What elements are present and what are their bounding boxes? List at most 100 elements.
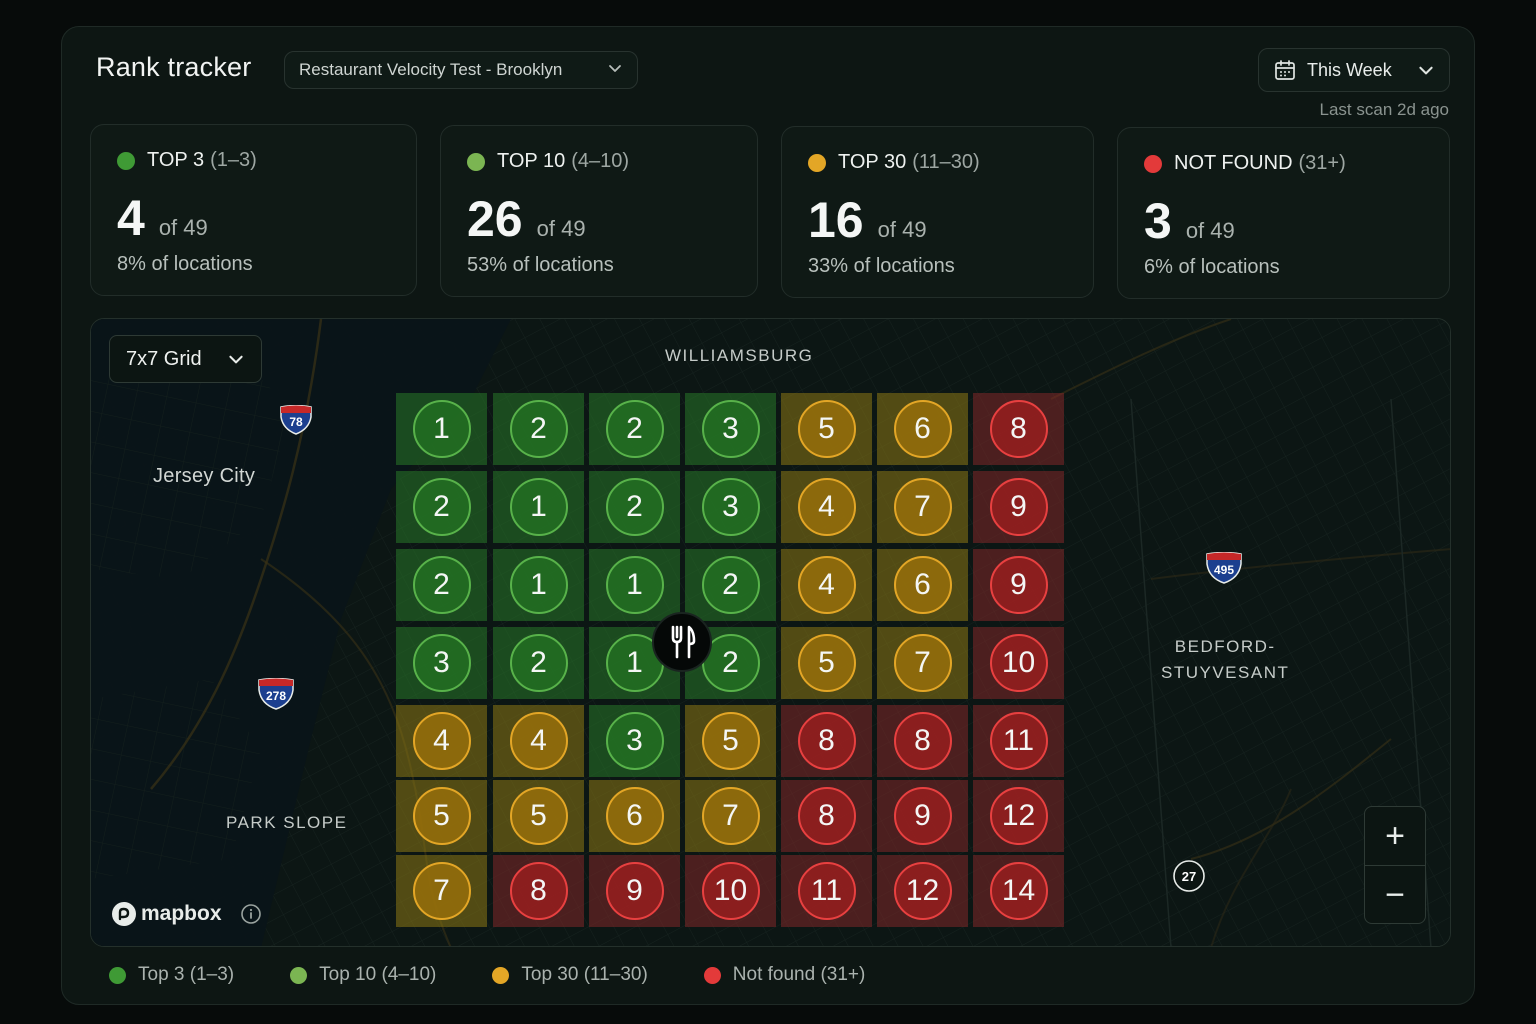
grid-cell[interactable]: 1	[493, 549, 584, 621]
mapbox-label: mapbox	[141, 902, 222, 925]
mapbox-attribution[interactable]: mapbox	[111, 901, 262, 927]
rank-value: 3	[412, 634, 471, 692]
rank-value: 8	[989, 400, 1048, 458]
grid-cell[interactable]: 8	[973, 393, 1064, 465]
grid-cell[interactable]: 9	[973, 549, 1064, 621]
rank-value: 9	[605, 862, 664, 920]
grid-cell[interactable]: 8	[493, 855, 584, 927]
grid-cell[interactable]: 7	[877, 627, 968, 699]
grid-cell[interactable]: 3	[685, 393, 776, 465]
stat-card-not-found: NOT FOUND (31+) 3 of 49 6% of locations	[1117, 127, 1450, 299]
grid-size-label: 7x7 Grid	[126, 347, 202, 370]
rank-value: 2	[509, 400, 568, 458]
grid-cell[interactable]: 2	[589, 471, 680, 543]
rank-value: 2	[605, 478, 664, 536]
rank-value: 10	[701, 862, 760, 920]
rank-map[interactable]: 7x7 Grid WILLIAMSBURG Jersey City BEDFOR…	[90, 318, 1451, 947]
grid-cell[interactable]: 4	[396, 705, 487, 777]
legend-label: Top 30 (11–30)	[521, 964, 648, 985]
grid-cell[interactable]: 2	[685, 549, 776, 621]
status-dot	[808, 153, 826, 172]
stat-total: of 49	[877, 217, 927, 242]
grid-cell[interactable]: 8	[781, 705, 872, 777]
grid-cell[interactable]: 5	[781, 627, 872, 699]
grid-cell[interactable]: 11	[781, 855, 872, 927]
grid-cell[interactable]: 5	[396, 780, 487, 852]
stat-card-top30: TOP 30 (11–30) 16 of 49 33% of locations	[781, 126, 1094, 298]
project-select-label: Restaurant Velocity Test - Brooklyn	[299, 60, 563, 79]
stat-percent: 6% of locations	[1144, 256, 1280, 278]
stat-percent: 53% of locations	[467, 254, 614, 276]
rank-value: 11	[989, 712, 1048, 770]
rank-value: 8	[509, 862, 568, 920]
grid-cell[interactable]: 4	[781, 471, 872, 543]
stat-range: (11–30)	[912, 151, 980, 173]
grid-cell[interactable]: 4	[493, 705, 584, 777]
grid-cell[interactable]: 6	[589, 780, 680, 852]
rank-value: 6	[893, 400, 952, 458]
shield-number: 78	[289, 415, 303, 429]
grid-cell[interactable]: 8	[877, 705, 968, 777]
grid-cell[interactable]: 3	[685, 471, 776, 543]
grid-cell[interactable]: 2	[589, 393, 680, 465]
project-select[interactable]: Restaurant Velocity Test - Brooklyn	[284, 51, 638, 89]
grid-cell[interactable]: 4	[781, 549, 872, 621]
grid-cell[interactable]: 9	[589, 855, 680, 927]
rank-value: 2	[509, 634, 568, 692]
grid-cell[interactable]: 5	[781, 393, 872, 465]
rank-value: 9	[989, 556, 1048, 614]
legend-dot	[703, 966, 721, 984]
stat-percent: 8% of locations	[117, 253, 253, 275]
rank-value: 7	[893, 478, 952, 536]
grid-cell[interactable]: 7	[685, 780, 776, 852]
grid-size-select[interactable]: 7x7 Grid	[109, 335, 262, 383]
grid-cell[interactable]: 9	[877, 780, 968, 852]
shield-number: 27	[1182, 869, 1196, 884]
grid-cell[interactable]: 11	[973, 705, 1064, 777]
period-select[interactable]: This Week	[1258, 48, 1450, 92]
stat-card-top10: TOP 10 (4–10) 26 of 49 53% of locations	[440, 125, 758, 297]
grid-cell[interactable]: 6	[877, 549, 968, 621]
grid-cell[interactable]: 1	[396, 393, 487, 465]
shield-number: 278	[266, 689, 286, 703]
grid-cell[interactable]: 5	[685, 705, 776, 777]
grid-cell[interactable]: 12	[973, 780, 1064, 852]
grid-cell[interactable]: 14	[973, 855, 1064, 927]
zoom-out-button[interactable]: −	[1365, 865, 1425, 924]
page-title: Rank tracker	[96, 52, 252, 82]
grid-cell[interactable]: 10	[685, 855, 776, 927]
stat-range: (1–3)	[210, 149, 257, 171]
stat-value: 4	[117, 190, 145, 246]
grid-cell[interactable]: 2	[493, 393, 584, 465]
grid-cell[interactable]: 12	[877, 855, 968, 927]
restaurant-icon[interactable]	[652, 612, 712, 672]
grid-cell[interactable]: 1	[589, 549, 680, 621]
map-label-line: STUYVESANT	[1161, 663, 1290, 682]
rank-value: 7	[412, 862, 471, 920]
rank-value: 3	[605, 712, 664, 770]
grid-cell[interactable]: 2	[396, 471, 487, 543]
grid-cell[interactable]: 1	[493, 471, 584, 543]
rank-value: 3	[701, 478, 760, 536]
grid-cell[interactable]: 10	[973, 627, 1064, 699]
zoom-in-button[interactable]: +	[1365, 807, 1425, 865]
grid-cell[interactable]: 2	[396, 549, 487, 621]
grid-cell[interactable]: 3	[589, 705, 680, 777]
grid-cell[interactable]: 2	[493, 627, 584, 699]
grid-cell[interactable]: 7	[877, 471, 968, 543]
grid-cell[interactable]: 9	[973, 471, 1064, 543]
legend-label: Not found (31+)	[732, 964, 866, 985]
rank-value: 10	[989, 634, 1048, 692]
stat-label: NOT FOUND	[1174, 152, 1293, 174]
grid-cell[interactable]: 3	[396, 627, 487, 699]
info-icon[interactable]	[240, 903, 262, 925]
grid-cell[interactable]: 7	[396, 855, 487, 927]
grid-cell[interactable]: 6	[877, 393, 968, 465]
rank-value: 5	[509, 787, 568, 845]
grid-cell[interactable]: 5	[493, 780, 584, 852]
map-label-jersey-city: Jersey City	[153, 465, 256, 487]
rank-value: 2	[605, 400, 664, 458]
rank-value: 1	[509, 478, 568, 536]
grid-cell[interactable]: 8	[781, 780, 872, 852]
stat-total: of 49	[158, 215, 208, 240]
